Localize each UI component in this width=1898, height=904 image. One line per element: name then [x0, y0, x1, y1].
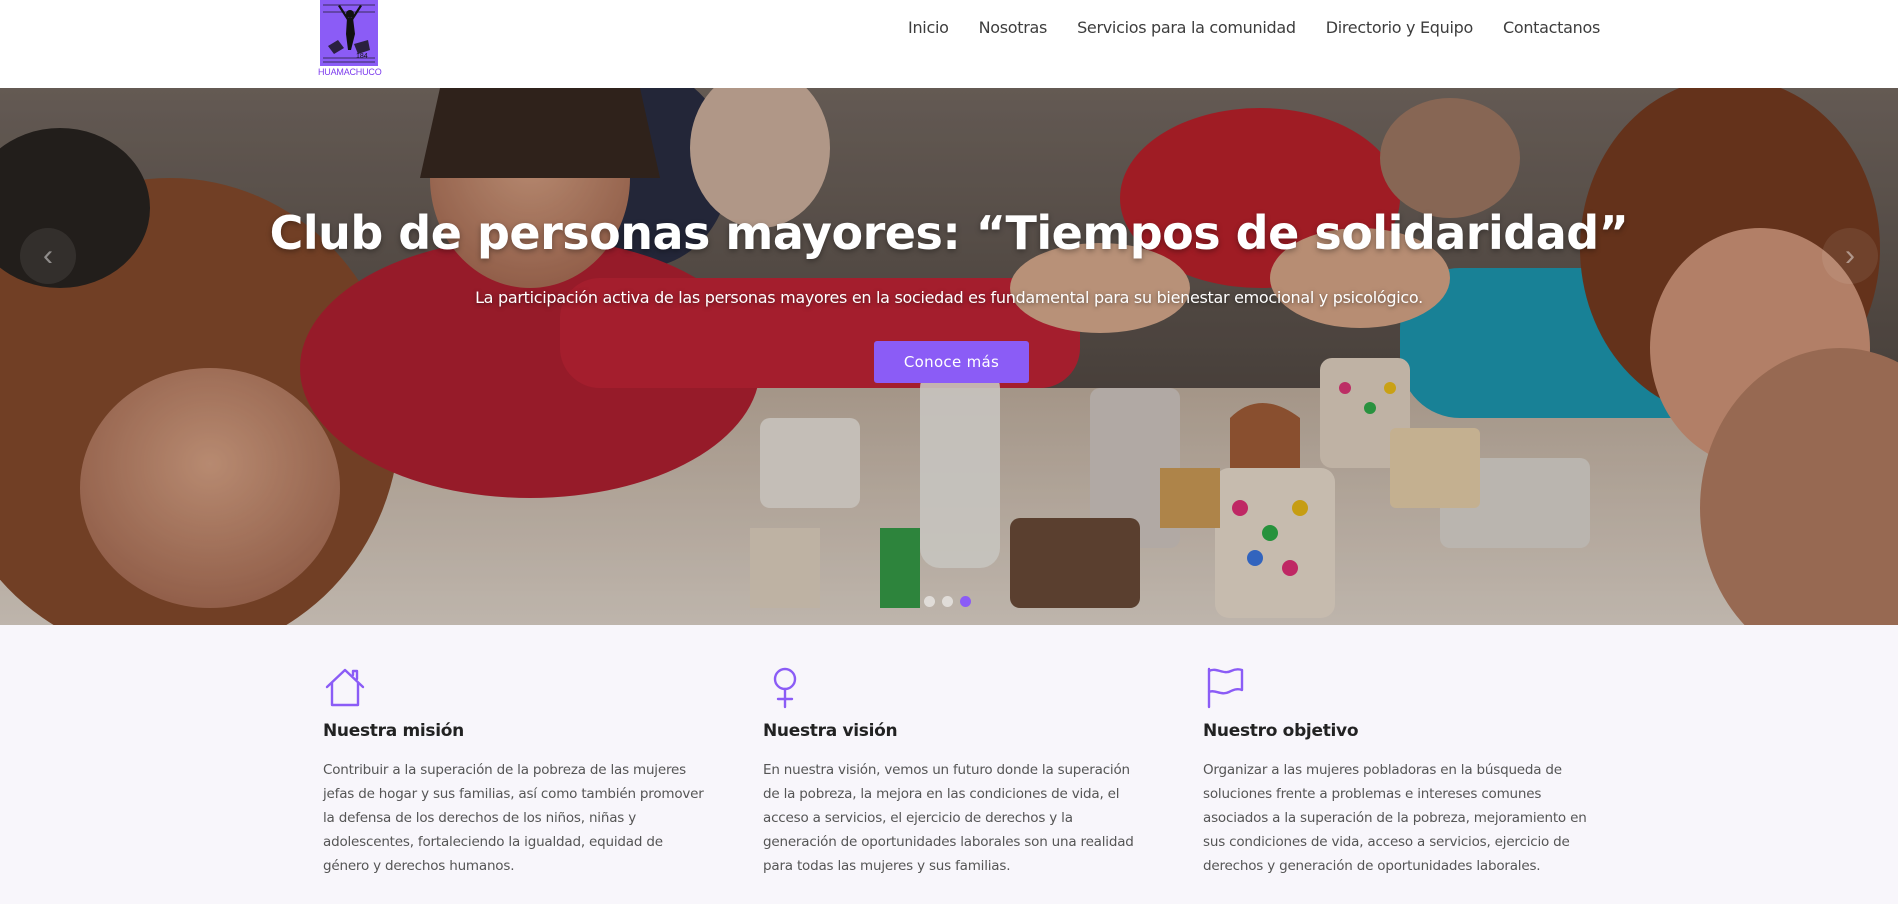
nav-item-directorio[interactable]: Directorio y Equipo: [1326, 16, 1474, 40]
slider-pagination: [924, 596, 978, 607]
nav-item-nosotras[interactable]: Nosotras: [979, 16, 1048, 40]
feature-title: Nuestra misión: [323, 721, 464, 741]
logo-image: 184: [320, 0, 378, 66]
nav-item-contactanos[interactable]: Contactanos: [1503, 16, 1600, 40]
hero-subtitle: La participación activa de las personas …: [475, 288, 1423, 307]
feature-text: Contribuir a la superación de la pobreza…: [323, 762, 704, 874]
feature-text: Organizar a las mujeres pobladoras en la…: [1203, 762, 1587, 874]
conoce-mas-button[interactable]: Conoce más: [874, 341, 1029, 383]
female-symbol-icon: [773, 667, 797, 709]
main-nav: Inicio Nosotras Servicios para la comuni…: [878, 16, 1600, 40]
features-section: Nuestra misión Contribuir a la superació…: [0, 625, 1898, 904]
nav-item-inicio[interactable]: Inicio: [908, 16, 949, 40]
feature-title: Nuestra visión: [763, 721, 898, 741]
site-logo[interactable]: 184 HUAMACHUCO: [318, 0, 382, 80]
hero-title: Club de personas mayores: “Tiempos de so…: [269, 206, 1629, 260]
slider-dot-3[interactable]: [960, 596, 971, 607]
feature-text: En nuestra visión, vemos un futuro donde…: [763, 762, 1134, 874]
logo-text: HUAMACHUCO: [318, 67, 382, 77]
slider-dot-2[interactable]: [942, 596, 953, 607]
hero-slider: ‹ › Club de personas mayores: “Tiempos d…: [0, 88, 1898, 625]
svg-text:184: 184: [356, 53, 368, 60]
site-header: 184 HUAMACHUCO Inicio Nosotras Servicios…: [0, 0, 1898, 88]
feature-title: Nuestro objetivo: [1203, 721, 1359, 741]
slider-dot-1[interactable]: [924, 596, 935, 607]
flag-icon: [1207, 667, 1244, 709]
nav-item-servicios[interactable]: Servicios para la comunidad: [1077, 16, 1296, 40]
home-icon: [325, 668, 365, 707]
